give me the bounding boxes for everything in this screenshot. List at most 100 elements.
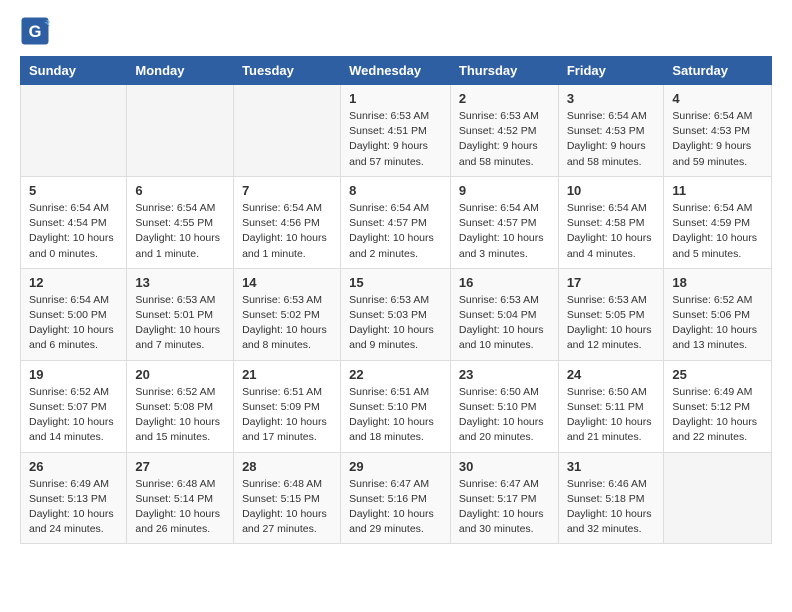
day-cell: 4Sunrise: 6:54 AM Sunset: 4:53 PM Daylig… (664, 85, 772, 177)
day-cell: 20 Sunrise: 6:52 AM Sunset: 5:08 PM Dayli… (127, 360, 234, 452)
day-info: Sunrise: 6:48 AM Sunset: 5:15 PM Dayligh… (242, 477, 332, 538)
day-info: Sunrise: 6:47 AM Sunset: 5:16 PM Dayligh… (349, 477, 442, 538)
day-number: 27 (135, 459, 225, 474)
weekday-saturday: Saturday (664, 57, 772, 85)
day-info: Sunrise: 6:52 AM Sunset: 5:06 PM Dayligh… (672, 293, 763, 354)
page: G SundayMondayTuesdayWednesdayThursdayFr… (0, 0, 792, 564)
day-cell (21, 85, 127, 177)
day-number: 14 (242, 275, 332, 290)
day-info: Sunrise: 6:54 AM Sunset: 4:53 PM Dayligh… (567, 109, 656, 170)
day-info: Sunrise: 6:53 AM Sunset: 5:05 PM Dayligh… (567, 293, 656, 354)
calendar: SundayMondayTuesdayWednesdayThursdayFrid… (20, 56, 772, 544)
day-number: 10 (567, 183, 656, 198)
day-info: Sunrise: 6:54 AM Sunset: 4:58 PM Dayligh… (567, 201, 656, 262)
week-row-5: 26 Sunrise: 6:49 AM Sunset: 5:13 PM Dayli… (21, 452, 772, 544)
day-cell: 26 Sunrise: 6:49 AM Sunset: 5:13 PM Dayli… (21, 452, 127, 544)
day-cell: 15Sunrise: 6:53 AM Sunset: 5:03 PM Dayli… (341, 268, 451, 360)
day-cell: 18 Sunrise: 6:52 AM Sunset: 5:06 PM Dayli… (664, 268, 772, 360)
day-number: 13 (135, 275, 225, 290)
day-info: Sunrise: 6:50 AM Sunset: 5:10 PM Dayligh… (459, 385, 550, 446)
day-number: 6 (135, 183, 225, 198)
day-info: Sunrise: 6:53 AM Sunset: 5:04 PM Dayligh… (459, 293, 550, 354)
day-info: Sunrise: 6:47 AM Sunset: 5:17 PM Dayligh… (459, 477, 550, 538)
day-cell: 5 Sunrise: 6:54 AM Sunset: 4:54 PM Daylig… (21, 176, 127, 268)
weekday-thursday: Thursday (450, 57, 558, 85)
day-info: Sunrise: 6:46 AM Sunset: 5:18 PM Dayligh… (567, 477, 656, 538)
day-info: Sunrise: 6:54 AM Sunset: 5:00 PM Dayligh… (29, 293, 118, 354)
day-info: Sunrise: 6:53 AM Sunset: 5:01 PM Dayligh… (135, 293, 225, 354)
day-cell: 17Sunrise: 6:53 AM Sunset: 5:05 PM Dayli… (558, 268, 664, 360)
day-info: Sunrise: 6:52 AM Sunset: 5:07 PM Dayligh… (29, 385, 118, 446)
day-cell: 10 Sunrise: 6:54 AM Sunset: 4:58 PM Dayli… (558, 176, 664, 268)
day-number: 24 (567, 367, 656, 382)
day-info: Sunrise: 6:50 AM Sunset: 5:11 PM Dayligh… (567, 385, 656, 446)
day-cell: 16 Sunrise: 6:53 AM Sunset: 5:04 PM Dayli… (450, 268, 558, 360)
day-cell: 22 Sunrise: 6:51 AM Sunset: 5:10 PM Dayli… (341, 360, 451, 452)
day-number: 25 (672, 367, 763, 382)
day-cell: 19Sunrise: 6:52 AM Sunset: 5:07 PM Dayli… (21, 360, 127, 452)
day-cell (664, 452, 772, 544)
day-number: 2 (459, 91, 550, 106)
day-number: 5 (29, 183, 118, 198)
week-row-2: 5 Sunrise: 6:54 AM Sunset: 4:54 PM Daylig… (21, 176, 772, 268)
week-row-4: 19Sunrise: 6:52 AM Sunset: 5:07 PM Dayli… (21, 360, 772, 452)
day-number: 21 (242, 367, 332, 382)
day-number: 26 (29, 459, 118, 474)
day-info: Sunrise: 6:53 AM Sunset: 5:02 PM Dayligh… (242, 293, 332, 354)
day-cell: 31 Sunrise: 6:46 AM Sunset: 5:18 PM Dayli… (558, 452, 664, 544)
day-cell: 7Sunrise: 6:54 AM Sunset: 4:56 PM Daylig… (234, 176, 341, 268)
day-cell: 1Sunrise: 6:53 AM Sunset: 4:51 PM Daylig… (341, 85, 451, 177)
day-cell: 14 Sunrise: 6:53 AM Sunset: 5:02 PM Dayli… (234, 268, 341, 360)
day-number: 7 (242, 183, 332, 198)
week-row-1: 1Sunrise: 6:53 AM Sunset: 4:51 PM Daylig… (21, 85, 772, 177)
svg-text:G: G (29, 23, 42, 41)
day-number: 8 (349, 183, 442, 198)
day-cell (127, 85, 234, 177)
day-number: 12 (29, 275, 118, 290)
day-cell: 8 Sunrise: 6:54 AM Sunset: 4:57 PM Daylig… (341, 176, 451, 268)
day-number: 16 (459, 275, 550, 290)
weekday-tuesday: Tuesday (234, 57, 341, 85)
logo: G (20, 16, 54, 46)
header: G (20, 16, 772, 46)
day-info: Sunrise: 6:54 AM Sunset: 4:54 PM Dayligh… (29, 201, 118, 262)
day-number: 31 (567, 459, 656, 474)
day-info: Sunrise: 6:49 AM Sunset: 5:13 PM Dayligh… (29, 477, 118, 538)
weekday-sunday: Sunday (21, 57, 127, 85)
weekday-wednesday: Wednesday (341, 57, 451, 85)
day-cell: 12 Sunrise: 6:54 AM Sunset: 5:00 PM Dayli… (21, 268, 127, 360)
day-info: Sunrise: 6:54 AM Sunset: 4:53 PM Dayligh… (672, 109, 763, 170)
day-info: Sunrise: 6:48 AM Sunset: 5:14 PM Dayligh… (135, 477, 225, 538)
day-cell: 28 Sunrise: 6:48 AM Sunset: 5:15 PM Dayli… (234, 452, 341, 544)
day-number: 22 (349, 367, 442, 382)
day-number: 23 (459, 367, 550, 382)
day-info: Sunrise: 6:52 AM Sunset: 5:08 PM Dayligh… (135, 385, 225, 446)
day-cell: 29 Sunrise: 6:47 AM Sunset: 5:16 PM Dayli… (341, 452, 451, 544)
day-info: Sunrise: 6:53 AM Sunset: 5:03 PM Dayligh… (349, 293, 442, 354)
day-info: Sunrise: 6:54 AM Sunset: 4:57 PM Dayligh… (459, 201, 550, 262)
day-number: 1 (349, 91, 442, 106)
day-cell: 23 Sunrise: 6:50 AM Sunset: 5:10 PM Dayli… (450, 360, 558, 452)
day-info: Sunrise: 6:51 AM Sunset: 5:10 PM Dayligh… (349, 385, 442, 446)
day-cell: 11Sunrise: 6:54 AM Sunset: 4:59 PM Dayli… (664, 176, 772, 268)
day-info: Sunrise: 6:54 AM Sunset: 4:57 PM Dayligh… (349, 201, 442, 262)
day-info: Sunrise: 6:54 AM Sunset: 4:59 PM Dayligh… (672, 201, 763, 262)
day-cell: 21Sunrise: 6:51 AM Sunset: 5:09 PM Dayli… (234, 360, 341, 452)
logo-icon: G (20, 16, 50, 46)
day-number: 29 (349, 459, 442, 474)
day-number: 20 (135, 367, 225, 382)
day-info: Sunrise: 6:49 AM Sunset: 5:12 PM Dayligh… (672, 385, 763, 446)
day-cell: 27 Sunrise: 6:48 AM Sunset: 5:14 PM Dayli… (127, 452, 234, 544)
day-cell: 24 Sunrise: 6:50 AM Sunset: 5:11 PM Dayli… (558, 360, 664, 452)
day-cell: 3 Sunrise: 6:54 AM Sunset: 4:53 PM Daylig… (558, 85, 664, 177)
day-number: 30 (459, 459, 550, 474)
weekday-monday: Monday (127, 57, 234, 85)
day-info: Sunrise: 6:53 AM Sunset: 4:52 PM Dayligh… (459, 109, 550, 170)
day-info: Sunrise: 6:54 AM Sunset: 4:55 PM Dayligh… (135, 201, 225, 262)
week-row-3: 12 Sunrise: 6:54 AM Sunset: 5:00 PM Dayli… (21, 268, 772, 360)
day-cell: 30 Sunrise: 6:47 AM Sunset: 5:17 PM Dayli… (450, 452, 558, 544)
day-number: 18 (672, 275, 763, 290)
day-number: 3 (567, 91, 656, 106)
day-number: 28 (242, 459, 332, 474)
weekday-header-row: SundayMondayTuesdayWednesdayThursdayFrid… (21, 57, 772, 85)
